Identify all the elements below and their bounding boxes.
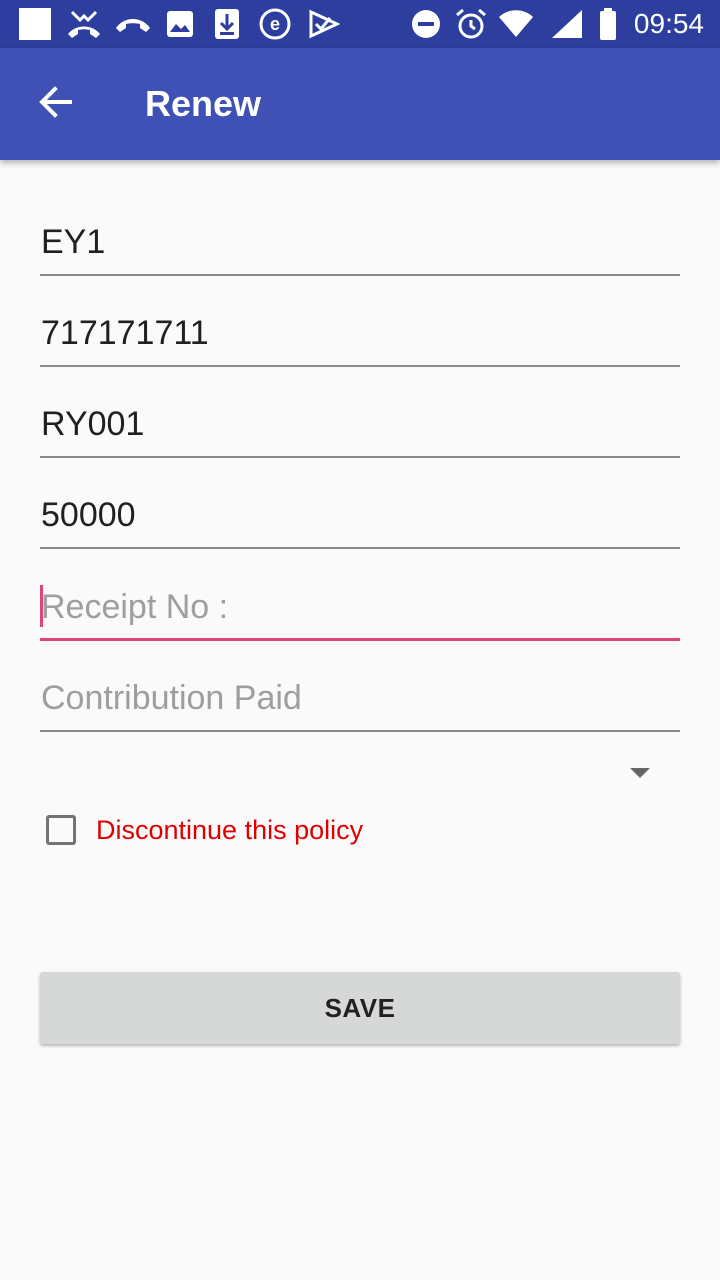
contribution-paid-placeholder: Contribution Paid: [41, 679, 302, 717]
e-app-icon: e: [258, 8, 292, 40]
alarm-icon: [454, 8, 488, 40]
missed-call-icon: [66, 8, 102, 40]
text-field-1[interactable]: EY1: [40, 214, 680, 276]
gallery-icon: [166, 8, 194, 40]
do-not-disturb-icon: [410, 8, 442, 40]
battery-icon: [598, 8, 618, 40]
text-cursor: [40, 585, 43, 627]
download-icon: [214, 8, 240, 40]
discontinue-policy-checkbox[interactable]: [46, 815, 76, 845]
arrow-back-icon: [38, 84, 74, 125]
status-bar: e 09:54: [0, 0, 720, 48]
field-value: RY001: [41, 405, 145, 443]
text-field-4[interactable]: 50000: [40, 487, 680, 549]
receipt-no-input[interactable]: Receipt No :: [40, 579, 680, 641]
field-value: 717171711: [41, 314, 209, 352]
discontinue-policy-checkbox-row[interactable]: Discontinue this policy: [46, 808, 363, 852]
page-title: Renew: [145, 83, 262, 124]
signal-icon: [550, 8, 584, 40]
status-time: 09:54: [633, 8, 704, 39]
svg-text:e: e: [270, 14, 280, 34]
contribution-paid-input[interactable]: Contribution Paid: [40, 670, 680, 732]
field-value: EY1: [41, 223, 106, 261]
dropdown-spinner[interactable]: [40, 750, 680, 800]
save-button[interactable]: SAVE: [40, 972, 680, 1044]
field-value: 50000: [41, 496, 136, 534]
check-app-icon: [308, 8, 340, 40]
call-end-icon: [114, 8, 152, 40]
back-button[interactable]: [24, 76, 88, 132]
dropdown-arrow-icon: [630, 768, 650, 778]
text-field-2[interactable]: 717171711: [40, 305, 680, 367]
app-bar: Renew: [0, 48, 720, 160]
notification-square-icon: [18, 8, 52, 40]
receipt-no-placeholder: Receipt No :: [41, 588, 229, 626]
wifi-icon: [498, 8, 534, 40]
text-field-3[interactable]: RY001: [40, 396, 680, 458]
checkbox-label: Discontinue this policy: [96, 814, 364, 845]
